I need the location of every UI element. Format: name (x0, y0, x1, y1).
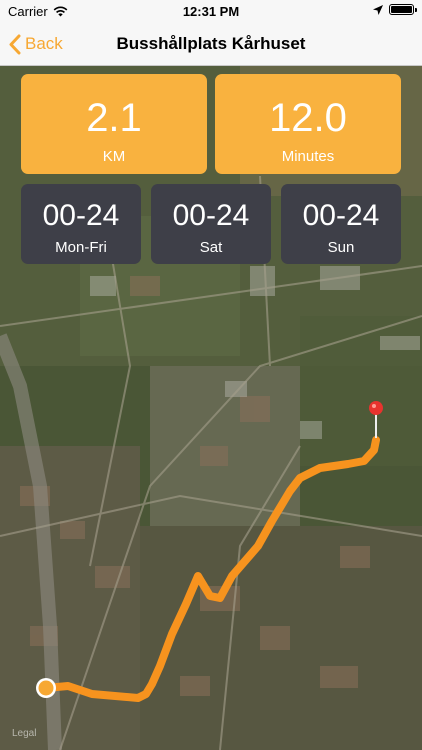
navigation-bar: Back Busshållplats Kårhuset (0, 22, 422, 66)
distance-unit: KM (102, 148, 126, 165)
map-legal-link[interactable]: Legal (12, 728, 36, 739)
duration-unit: Minutes (281, 148, 335, 165)
chevron-left-icon (9, 34, 21, 54)
back-label: Back (25, 34, 63, 53)
distance-tile: 2.1 KM (21, 74, 207, 174)
route-map[interactable]: 2.1 KM 12.0 Minutes 00-24 Mon-Fri 00-24 … (0, 66, 422, 750)
schedule-hours: 00-24 (172, 199, 250, 232)
distance-value: 2.1 (86, 96, 142, 140)
schedule-tile-saturday: 00-24 Sat (151, 184, 271, 264)
duration-value: 12.0 (269, 96, 347, 140)
schedule-hours: 00-24 (302, 199, 380, 232)
schedule-day-label: Sun (327, 239, 355, 256)
schedule-tile-weekdays: 00-24 Mon-Fri (21, 184, 141, 264)
back-button[interactable]: Back (8, 22, 63, 66)
status-time: 12:31 PM (182, 4, 240, 19)
page-title: Busshållplats Kårhuset (116, 34, 306, 53)
schedule-day-label: Sat (199, 239, 223, 256)
schedule-hours: 00-24 (42, 199, 120, 232)
location-arrow-icon (373, 4, 383, 15)
status-bar: Carrier 12:31 PM (0, 0, 422, 22)
schedule-day-label: Mon-Fri (55, 239, 107, 256)
battery-icon (389, 4, 417, 15)
duration-tile: 12.0 Minutes (215, 74, 401, 174)
schedule-tile-sunday: 00-24 Sun (281, 184, 401, 264)
